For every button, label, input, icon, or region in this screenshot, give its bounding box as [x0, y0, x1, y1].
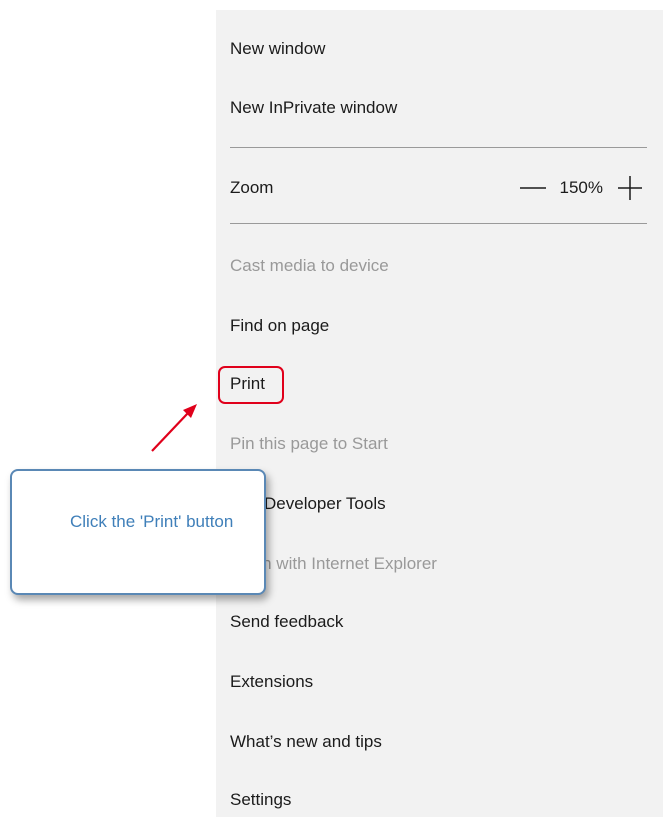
- zoom-out-button[interactable]: [516, 176, 550, 200]
- menu-item-new-window[interactable]: New window: [230, 37, 325, 61]
- menu-item-new-inprivate-window[interactable]: New InPrivate window: [230, 96, 397, 120]
- menu-item-pin-to-start[interactable]: Pin this page to Start: [230, 432, 388, 456]
- menu-item-whats-new[interactable]: What’s new and tips: [230, 730, 382, 754]
- browser-more-menu: New window New InPrivate window Zoom 150…: [216, 10, 663, 817]
- minus-icon: [519, 187, 546, 189]
- menu-separator: [230, 147, 647, 148]
- menu-item-cast-media[interactable]: Cast media to device: [230, 254, 389, 278]
- zoom-level-value: 150%: [559, 178, 603, 197]
- pointer-arrow-icon: [151, 404, 197, 452]
- zoom-controls: 150%: [516, 176, 647, 200]
- menu-item-extensions[interactable]: Extensions: [230, 670, 313, 694]
- callout-text: Click the 'Print' button: [70, 512, 234, 531]
- menu-item-zoom-label: Zoom: [230, 178, 274, 197]
- menu-item-find-on-page[interactable]: Find on page: [230, 314, 329, 338]
- plus-icon: [618, 176, 642, 200]
- menu-separator: [230, 223, 647, 224]
- zoom-in-button[interactable]: [613, 176, 647, 200]
- menu-item-send-feedback[interactable]: Send feedback: [230, 610, 343, 634]
- print-highlight-box: [218, 366, 284, 404]
- tutorial-callout: Click the 'Print' button: [10, 469, 266, 595]
- menu-item-settings[interactable]: Settings: [230, 788, 291, 812]
